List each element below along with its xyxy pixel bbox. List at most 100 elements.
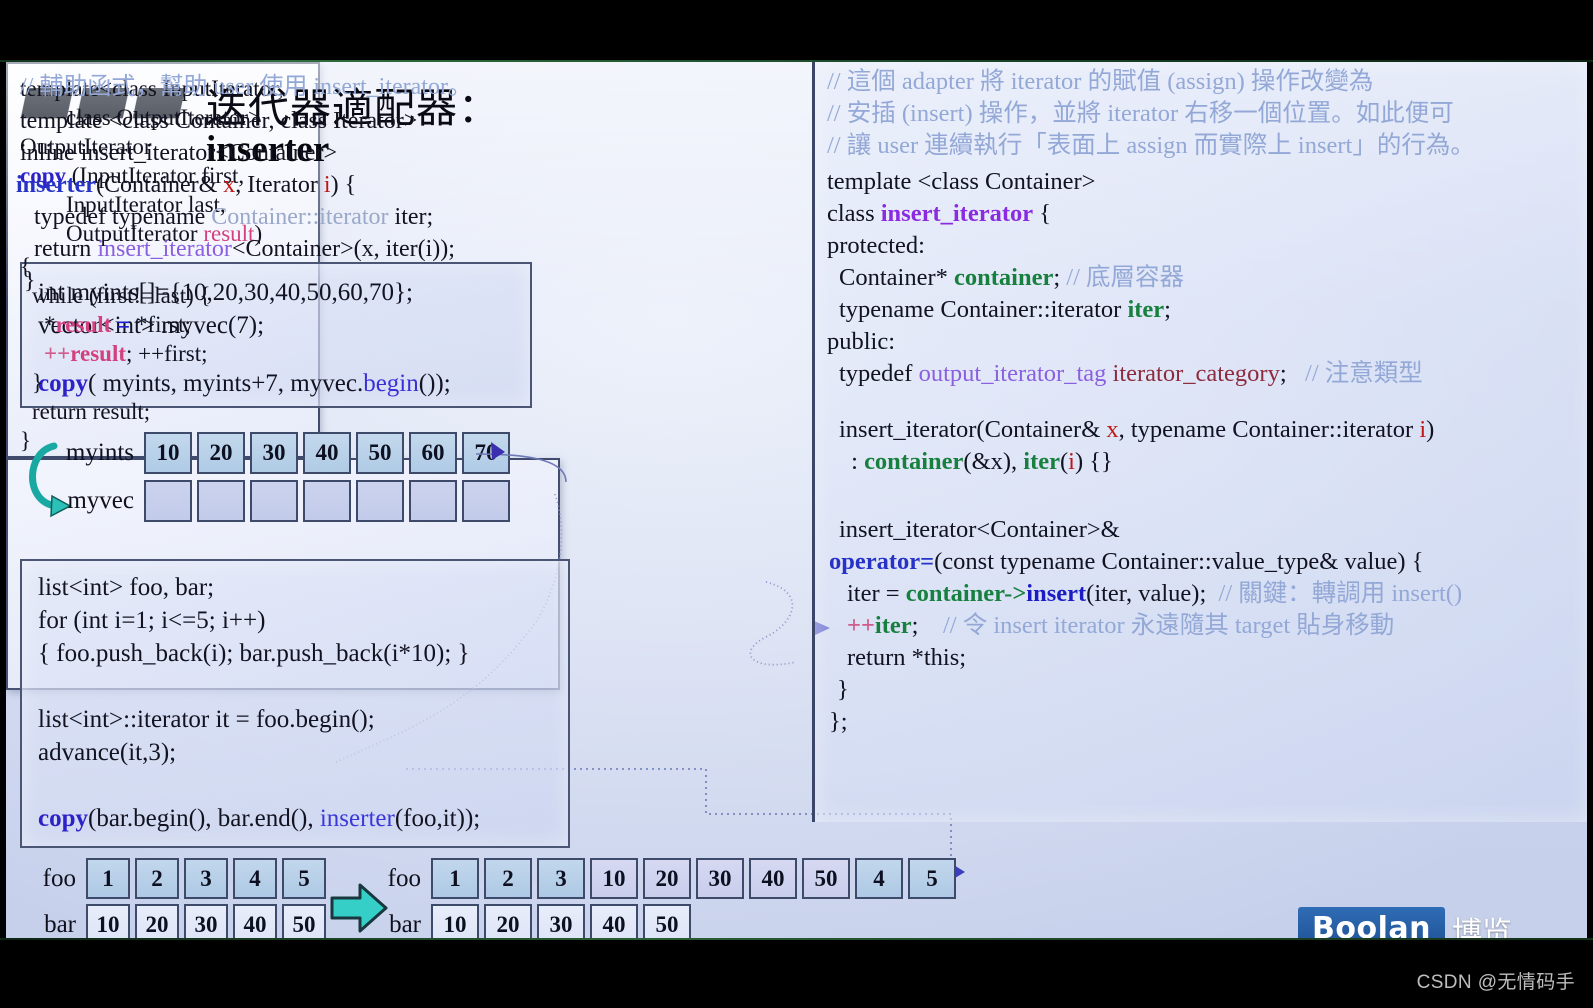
token-iterator-category: iterator_category	[1112, 360, 1280, 387]
array-cell: 10	[144, 432, 192, 474]
code-line: inline insert_iterator<Container>	[20, 140, 337, 166]
array-cell	[462, 480, 510, 522]
cells-bar-before: 10 20 30 40 50	[86, 904, 331, 938]
before-state-diagram: foo 1 2 3 4 5 bar 10 20 30 40 50	[24, 858, 331, 938]
array-cell: 40	[303, 432, 351, 474]
token-text: typename Container::iterator	[839, 296, 1128, 323]
code-line: ++result; ++first;	[8, 339, 208, 369]
token-copy: copy	[38, 805, 88, 832]
code-line: protected:	[827, 232, 925, 259]
token-begin: begin	[363, 370, 419, 397]
token-class-name: insert_iterator	[880, 200, 1034, 227]
token-text: :	[845, 448, 865, 475]
code-line: class insert_iterator {	[827, 198, 1051, 230]
code-line: copy(bar.begin(), bar.end(), inserter(fo…	[22, 802, 480, 835]
token-text: , Iterator	[235, 172, 324, 198]
token-text: insert_iterator(Container&	[839, 416, 1107, 443]
diagram-row-myvec: myvec	[46, 480, 515, 522]
token-output-iterator-tag: output_iterator_tag	[918, 360, 1107, 387]
insert-iterator-panel: // 這個 adapter 將 iterator 的賦值 (assign) 操作…	[812, 62, 1587, 822]
token-member-iter: iter	[1127, 296, 1165, 323]
token-text: ;	[1164, 296, 1171, 323]
array-cell: 20	[484, 904, 532, 938]
token-text: , typename Container::iterator	[1118, 416, 1420, 443]
token-member-container: container	[864, 448, 964, 475]
array-cell: 2	[135, 858, 179, 899]
token-text: (bar.begin(), bar.end(),	[88, 805, 320, 832]
row-label: myvec	[67, 487, 134, 514]
code-line: copy( myints, myints+7, myvec.begin());	[22, 367, 451, 400]
row-label: foo	[42, 864, 76, 892]
token-text: class	[827, 200, 881, 227]
token-text: ;	[911, 612, 943, 639]
array-cell: 20	[135, 904, 179, 938]
green-separator-line	[0, 938, 1593, 940]
code-block-list-example: list<int> foo, bar; for (int i=1; i<=5; …	[20, 559, 570, 848]
token-text: (iter, value);	[1086, 580, 1219, 607]
token-param-i: i	[323, 172, 331, 198]
diagram-row-bar: bar 10 20 30 40 50	[369, 904, 961, 938]
code-line: insert_iterator(Container& x, typename C…	[839, 414, 1434, 446]
row-label: bar	[389, 910, 421, 938]
token-member-iter: iter	[1023, 448, 1060, 475]
array-cell	[356, 480, 404, 522]
vector-array-diagram: myints 10 20 30 40 50 60 70 myvec	[46, 432, 515, 522]
diagram-row-foo: foo 1 2 3 10 20 30 40 50 4 5	[369, 858, 961, 899]
code-line: }	[32, 370, 44, 395]
token-param-x: x	[1106, 416, 1119, 443]
array-cell: 70	[462, 432, 510, 474]
token-param-x: x	[223, 172, 236, 198]
array-cell: 4	[233, 858, 277, 899]
code-line: return insert_iterator<Container>(x, ite…	[34, 234, 455, 265]
token-inserter: inserter	[319, 805, 395, 832]
array-cell: 60	[409, 432, 457, 474]
code-comment: // 注意類型	[1305, 360, 1423, 387]
token-operator-assign: operator=	[829, 548, 935, 575]
letterbox-right	[1587, 62, 1593, 938]
token-arrow: ->	[1004, 580, 1027, 607]
token-text: <Container>(x, iter(i));	[231, 236, 455, 262]
array-cell	[144, 480, 192, 522]
array-cell-inserted: 10	[590, 858, 638, 899]
code-line: operator=(const typename Container::valu…	[829, 546, 1423, 578]
token-text: ) {}	[1074, 448, 1113, 475]
code-line: while (first!=last) {	[32, 283, 211, 308]
code-line: iter = container->insert(iter, value); /…	[847, 578, 1462, 610]
row-label: foo	[387, 864, 421, 892]
token-member-container: container	[954, 264, 1054, 291]
token-text: {	[1033, 200, 1052, 227]
array-cell-inserted: 30	[696, 858, 744, 899]
token-text: ) {	[330, 172, 357, 198]
token-text: typedef typename	[34, 204, 212, 230]
cells-foo-before: 1 2 3 4 5	[86, 858, 331, 899]
cells-bar-after: 10 20 30 40 50	[431, 904, 696, 938]
array-cell: 50	[643, 904, 691, 938]
code-comment: // 關鍵：轉調用 insert()	[1218, 580, 1463, 607]
array-cell	[197, 480, 245, 522]
token-result: result	[70, 341, 127, 366]
token-text: ; ++first;	[126, 341, 208, 366]
array-cell: 1	[431, 858, 479, 899]
code-line: }	[837, 676, 849, 703]
boolan-logo-text: Boolan	[1312, 911, 1431, 938]
array-cell: 30	[537, 904, 585, 938]
code-line: typename Container::iterator iter;	[839, 294, 1171, 326]
letterbox-top	[0, 0, 1593, 62]
code-line: insert_iterator<Container>&	[839, 516, 1120, 543]
token-increment: ++	[847, 612, 875, 639]
array-cell: 30	[250, 432, 298, 474]
token-text: ());	[418, 370, 451, 397]
token-param-i: i	[1068, 448, 1075, 475]
array-cell	[250, 480, 298, 522]
letterbox-bottom: CSDN @无情码手	[0, 938, 1593, 1008]
code-line: : container(&x), iter(i) {}	[845, 446, 1113, 478]
token-text: return	[34, 236, 98, 262]
boolan-logo-box: Boolan	[1298, 907, 1445, 938]
array-cell: 50	[282, 904, 326, 938]
token-insert-call: insert	[1026, 580, 1087, 607]
token-text: Container*	[839, 264, 954, 291]
array-cell: 3	[184, 858, 228, 899]
boolan-logo: Boolan 博览	[1298, 907, 1512, 938]
array-cell: 40	[590, 904, 638, 938]
screenshot-root: 迭代器適配器： inserter int myints[]={10,20,30,…	[0, 0, 1593, 1008]
